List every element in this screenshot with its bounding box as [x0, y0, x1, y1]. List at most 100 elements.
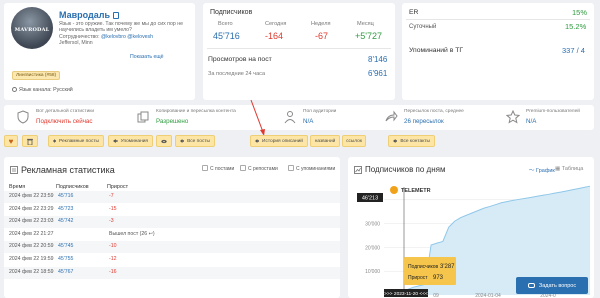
filter-with-reposts[interactable]: С репостами — [240, 165, 278, 172]
channel-stats-bar: Вот детальной статистики Подключить сейч… — [4, 105, 594, 130]
avatar[interactable]: MAVRODAL — [11, 7, 53, 49]
table-row: 2024 фев 22 23:59 45'716 -7 — [4, 191, 340, 203]
row-growth: -3 — [109, 218, 114, 225]
description-history-button[interactable]: История описаний — [250, 135, 308, 147]
globe-icon — [12, 87, 17, 92]
sub-col-label: Неделя — [311, 21, 331, 27]
delete-button[interactable] — [22, 135, 38, 147]
all-posts-button[interactable]: Все посты — [175, 135, 215, 147]
row-subscribers[interactable]: 45'742 — [58, 218, 73, 224]
filter-with-posts[interactable]: С постами — [202, 165, 234, 172]
contacts-link[interactable]: @kelovbro @kelovesh — [101, 34, 153, 40]
row-growth[interactable]: Вышел пост (26 ↩) — [109, 231, 155, 237]
column-header-time: Время — [9, 184, 26, 190]
row-time: 2024 фев 22 23:03 — [9, 218, 54, 225]
row-subscribers[interactable]: 45'716 — [58, 193, 73, 199]
row-growth: -7 — [109, 193, 114, 199]
growth-title: Подписчиков по дням — [365, 165, 446, 174]
y-tick-label: 10'000 — [365, 269, 380, 275]
chat-icon — [527, 283, 535, 288]
arrow-icon — [255, 139, 260, 143]
row-time: 2024 фев 22 23:59 — [9, 193, 54, 199]
y-tick-label: 30'000 — [365, 222, 380, 228]
row-growth: -10 — [109, 243, 117, 250]
telemetr-logo-icon — [390, 186, 398, 194]
row-growth: -15 — [109, 205, 117, 212]
er-daily-label: Суточный — [409, 24, 437, 30]
row-time: 2024 фев 22 18:59 — [9, 268, 54, 275]
ad-stats-panel: Рекламная статистика С постами С репоста… — [4, 157, 340, 298]
subscribers-today: -164 — [265, 31, 284, 41]
column-header-subscribers: Подписчиков — [56, 184, 89, 190]
channel-badge-icon — [113, 12, 119, 19]
sub-col-label: Месяц — [357, 21, 374, 27]
subscribers-week: -67 — [315, 31, 329, 41]
y-tick-label: 20'000 — [365, 245, 380, 251]
ad-posts-button[interactable]: Рекламные посты — [48, 135, 104, 147]
row-time: 2024 фев 22 20:59 — [9, 243, 54, 250]
sub-col-label: Всего — [218, 21, 233, 27]
row-time: 2024 фев 22 21:27 — [9, 230, 54, 237]
mentions-button[interactable]: Упоминания — [108, 135, 153, 147]
divider — [406, 19, 590, 20]
table-row: 2024 фев 22 21:27 Вышел пост (26 ↩) — [4, 229, 340, 241]
x-tick-label: 09 — [433, 293, 439, 298]
tooltip-growth-label: Прирост — [408, 275, 428, 281]
subscribers-title: Подписчиков — [210, 9, 253, 16]
show-more-link[interactable]: Показать ещё — [130, 54, 164, 60]
arrow-icon — [53, 139, 57, 143]
row-time: 2024 фев 22 23:29 — [9, 205, 54, 212]
ad-stats-title: Рекламная статистика — [21, 165, 115, 175]
checkbox-icon — [240, 165, 246, 171]
arrow-icon — [113, 139, 118, 143]
theme-tag[interactable]: Лингвистика (#58) — [12, 71, 61, 80]
shield-icon — [17, 110, 29, 124]
er-value: 15% — [572, 8, 588, 17]
sub-col-label: Сегодня — [265, 21, 287, 27]
links-history-button[interactable]: ссылок — [342, 135, 366, 147]
views-per-post-label: Просмотров на пост — [208, 56, 272, 63]
channel-profile-card: MAVRODAL Мавродаль Язык - это оружие. Та… — [4, 3, 195, 100]
mentions-value[interactable]: 337 / 4 — [562, 46, 585, 55]
channel-language: Язык канала: Русский — [12, 87, 73, 93]
table-row: 2024 фев 22 19:59 45'755 -12 — [4, 254, 340, 266]
tooltip-subs-label: Подписчиков — [408, 264, 439, 270]
checkbox-icon — [202, 165, 208, 171]
row-subscribers[interactable]: 45'723 — [58, 206, 73, 212]
tab-chart[interactable]: 〜 График — [529, 166, 555, 174]
checkbox-icon — [288, 165, 294, 171]
channel-name[interactable]: Мавродаль — [59, 10, 119, 20]
subscribers-month: +5'727 — [355, 31, 382, 41]
row-subscribers[interactable]: 45'755 — [58, 256, 73, 262]
list-icon — [10, 166, 18, 174]
trash-icon — [27, 138, 33, 145]
row-growth: -16 — [109, 268, 117, 275]
arrow-icon — [393, 139, 398, 143]
row-subscribers[interactable]: 45'767 — [58, 269, 73, 275]
arrow-icon — [180, 139, 185, 143]
er-card: ER 15% Суточный 15.2% Упоминаний в ТГ 33… — [402, 3, 594, 100]
titles-history-button[interactable]: названий — [310, 135, 340, 147]
star-icon — [506, 110, 520, 124]
tab-table[interactable]: ▦ Таблица — [555, 166, 583, 172]
mentions-label: Упоминаний в ТГ — [409, 47, 464, 54]
y-cursor-value: 46'213 — [362, 196, 378, 202]
table-row: 2024 фев 22 23:29 45'723 -15 — [4, 204, 340, 216]
all-contacts-button[interactable]: Все контакты — [388, 135, 435, 147]
people-icon — [284, 111, 296, 124]
arrow-annotation — [250, 99, 265, 136]
subscribers-card: Подписчиков Всего Сегодня Неделя Месяц 4… — [203, 3, 395, 100]
views-per-post-value: 8'146 — [368, 55, 388, 64]
watermark: TELEMETR — [401, 188, 431, 194]
favorite-button[interactable]: ♥ — [4, 135, 18, 147]
views-24h-value: 6'961 — [368, 69, 388, 78]
row-subscribers[interactable]: 45'745 — [58, 243, 73, 249]
row-growth: -12 — [109, 256, 117, 262]
er-daily-value: 15.2% — [565, 22, 587, 31]
view-button[interactable] — [156, 135, 172, 147]
ask-question-button[interactable]: Задать вопрос — [516, 277, 588, 294]
subscribers-total: 45'716 — [213, 31, 240, 41]
er-label: ER — [409, 9, 419, 16]
filter-with-mentions[interactable]: С упоминаниями — [288, 165, 335, 172]
column-header-growth: Прирост — [107, 184, 129, 190]
